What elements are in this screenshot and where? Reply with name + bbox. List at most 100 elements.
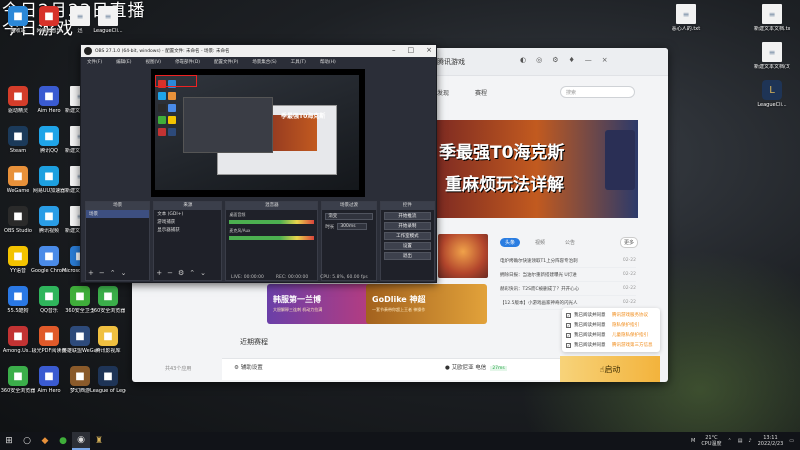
menu-edit[interactable]: 编辑(E) xyxy=(116,59,131,65)
coin-icon[interactable]: ◎ xyxy=(536,56,542,64)
maximize-icon[interactable]: □ xyxy=(408,46,415,54)
desktop-icon-txt-3[interactable]: ≡ 新建文本文档(3).txt xyxy=(754,42,790,70)
promo-card-2[interactable]: GoDlike 神超 一套节奏带你超上王者 神操作 xyxy=(366,284,487,324)
menu-help[interactable]: 帮助(H) xyxy=(320,59,336,65)
desktop-icon[interactable]: ≡ LeagueCli... xyxy=(90,6,126,34)
obs-titlebar[interactable]: OBS 27.1.0 (64-bit, windows) - 配置文件: 未命名… xyxy=(81,45,436,57)
menu-file[interactable]: 文件(F) xyxy=(87,59,102,65)
settings-button[interactable]: 设置 xyxy=(383,242,431,250)
desktop-icon[interactable]: ■ 腾讯影视库 xyxy=(90,326,126,354)
remove-icon[interactable]: − xyxy=(99,269,105,277)
chevron-down-icon[interactable]: ⌄ xyxy=(200,269,206,277)
search-icon[interactable]: ○ xyxy=(18,432,36,450)
menu-docks[interactable]: 停靠部件(D) xyxy=(175,59,200,65)
weather-sub: CPU温度 xyxy=(701,441,722,447)
start-recording-button[interactable]: 开始录制 xyxy=(383,222,431,230)
champion-thumbnail[interactable] xyxy=(438,234,488,278)
agreement-link[interactable]: 腾讯游戏第三方信息 xyxy=(612,342,653,348)
windows-start-icon[interactable]: ⊞ xyxy=(0,432,18,450)
add-icon[interactable]: + xyxy=(88,269,94,277)
source-item[interactable]: 显示器捕获 xyxy=(154,226,221,234)
ping-badge: 27ms xyxy=(490,366,507,371)
agreement-row[interactable]: ✓ 我已阅读并同意 儿童隐私保护指引 xyxy=(566,330,656,340)
source-item[interactable]: 文本 (GDI+) xyxy=(154,210,221,218)
agreement-link[interactable]: 儿童隐私保护指引 xyxy=(612,332,648,338)
checkbox[interactable]: ✓ xyxy=(566,322,571,328)
shield-icon[interactable]: ◐ xyxy=(520,56,526,64)
desktop-icon-txt-1[interactable]: ≡ 恶心人的.txt xyxy=(668,4,704,32)
desktop-icon-txt-2[interactable]: ≡ 新建文本文档.txt xyxy=(754,4,790,32)
checkbox[interactable]: ✓ xyxy=(566,312,571,318)
chevron-up-icon[interactable]: ⌃ xyxy=(189,269,195,277)
tab-videos[interactable]: 视频 xyxy=(530,238,550,247)
client-search-input[interactable]: 搜索 xyxy=(560,86,635,98)
desktop-icon-league-client[interactable]: L LeagueCli... xyxy=(754,80,790,108)
agreement-row[interactable]: ✓ 我已阅读并同意 腾讯游戏服务协议 xyxy=(566,310,656,320)
desktop-icon-label: 新建文本文档(3).txt xyxy=(754,64,790,70)
network-icon[interactable]: ▤ xyxy=(738,438,743,444)
assist-settings-button[interactable]: ⚙ 辅助设置 xyxy=(234,363,263,371)
notification-icon[interactable]: ▭ xyxy=(789,438,794,444)
ime-indicator[interactable]: M xyxy=(691,438,695,444)
chevron-up-icon[interactable]: ⌃ xyxy=(727,438,731,444)
weather-widget[interactable]: 21°C CPU温度 xyxy=(701,435,721,447)
close-icon[interactable]: × xyxy=(426,46,432,54)
volume-meter[interactable] xyxy=(229,220,315,224)
add-icon[interactable]: + xyxy=(156,269,162,277)
list-item[interactable]: 拥除日报：当油尔重新搭建曝光 U灯进 02-22 xyxy=(500,268,636,282)
obs-menubar: 文件(F) 编辑(E) 视图(V) 停靠部件(D) 配置文件(P) 场景集合(S… xyxy=(81,57,436,66)
remove-icon[interactable]: − xyxy=(167,269,173,277)
scene-item[interactable]: 场景 xyxy=(86,210,150,218)
studio-mode-button[interactable]: 工作室模式 xyxy=(383,232,431,240)
obs-preview[interactable]: 季最强T0海克斯 xyxy=(151,69,365,197)
news-banner[interactable]: 季最强T0海克斯 重麻烦玩法详解 xyxy=(435,120,638,218)
desktop-icon[interactable]: ■ 360安全浏览器 xyxy=(90,286,126,314)
assist-label: 辅助设置 xyxy=(240,365,263,371)
lol-taskbar-icon[interactable]: ♜ xyxy=(90,432,108,450)
news-date: 02-22 xyxy=(622,258,636,263)
menu-tools[interactable]: 工具(T) xyxy=(291,59,306,65)
wegame-taskbar-icon[interactable]: ◆ xyxy=(36,432,54,450)
duration-input[interactable]: 300ms xyxy=(337,223,368,230)
volume-meter[interactable] xyxy=(229,236,315,240)
start-streaming-button[interactable]: 开始推流 xyxy=(383,212,431,220)
settings-icon[interactable]: ⚙ xyxy=(552,56,558,64)
chevron-up-icon[interactable]: ⌃ xyxy=(110,269,116,277)
launch-button[interactable]: ☝ 启动 xyxy=(560,356,660,382)
nav-schedule[interactable]: 赛程 xyxy=(475,88,487,97)
checkbox[interactable]: ✓ xyxy=(566,342,571,348)
minimize-icon[interactable]: – xyxy=(392,46,396,54)
chevron-down-icon[interactable]: ⌄ xyxy=(121,269,127,277)
agreement-row[interactable]: ✓ 我已阅读并同意 隐私保护指引 xyxy=(566,320,656,330)
menu-profile[interactable]: 配置文件(P) xyxy=(214,59,238,65)
360-browser-icon: ■ xyxy=(8,366,28,386)
tab-headlines[interactable]: 头条 xyxy=(500,238,521,247)
source-selection-box[interactable] xyxy=(155,75,197,87)
exit-button[interactable]: 退出 xyxy=(383,252,431,260)
duration-label: 时长 xyxy=(325,224,335,230)
volume-icon[interactable]: ♪ xyxy=(748,438,751,444)
menu-view[interactable]: 视图(V) xyxy=(145,59,161,65)
transition-select[interactable]: 渐变 xyxy=(325,213,373,220)
clock[interactable]: 13:11 2022/2/23 xyxy=(758,435,784,447)
desktop-icon[interactable]: ■ League of Legends xyxy=(90,366,126,394)
minimize-icon[interactable]: — xyxy=(585,56,592,64)
source-item[interactable]: 游戏捕获 xyxy=(154,218,221,226)
server-selector[interactable]: ● 艾欧尼亚 电信 27ms xyxy=(445,363,507,371)
checkbox[interactable]: ✓ xyxy=(566,332,571,338)
qq-taskbar-icon[interactable]: ● xyxy=(54,432,72,450)
list-item[interactable]: 电炉烤确尔快速领取T1上分阵容专治刺 02-22 xyxy=(500,254,636,268)
obs-taskbar-icon[interactable]: ◉ xyxy=(72,432,90,450)
desktop-icon-label: LeagueCli... xyxy=(757,102,787,108)
agreement-row[interactable]: ✓ 我已阅读并同意 腾讯游戏第三方信息 xyxy=(566,340,656,350)
agreement-link[interactable]: 腾讯游戏服务协议 xyxy=(612,312,648,318)
more-button[interactable]: 更多 xyxy=(620,237,639,248)
gear-icon[interactable]: ⚙ xyxy=(178,269,184,277)
nav-discover[interactable]: 发现 xyxy=(437,88,449,97)
close-icon[interactable]: × xyxy=(602,56,608,64)
list-item[interactable]: 赫彩快讯：T2S而C被删成了？开开心心 02-22 xyxy=(500,282,636,296)
agreement-link[interactable]: 隐私保护指引 xyxy=(612,322,639,328)
tab-announcements[interactable]: 公告 xyxy=(560,238,580,247)
menu-scene-collection[interactable]: 场景集合(S) xyxy=(252,59,276,65)
gift-icon[interactable]: ♦ xyxy=(569,56,575,64)
